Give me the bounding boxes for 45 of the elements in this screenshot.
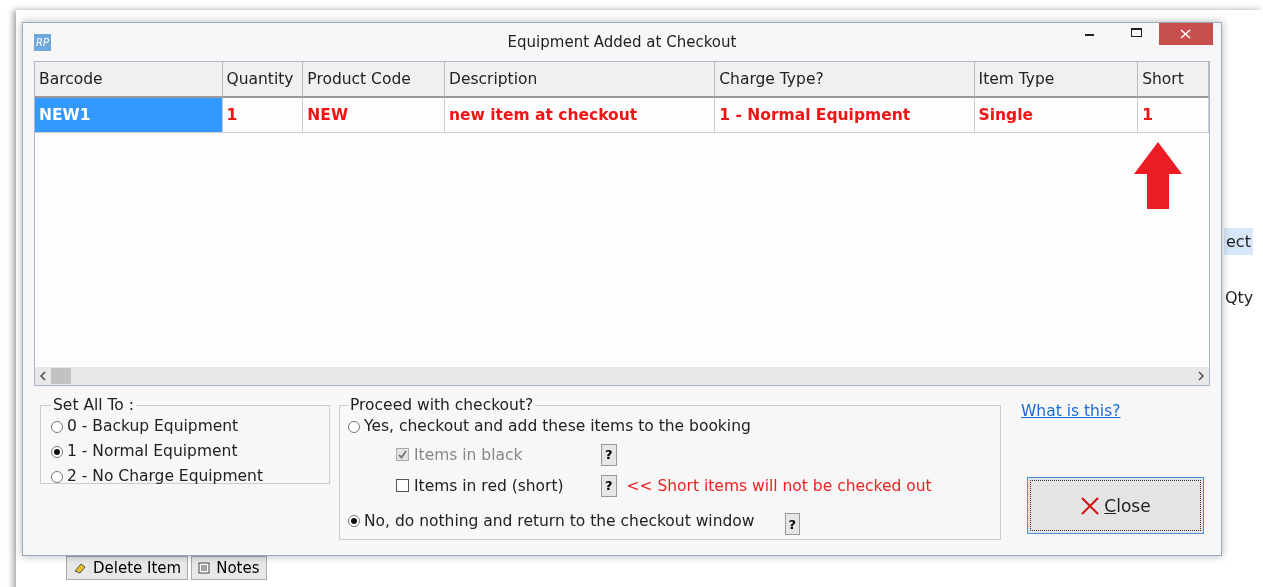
radio-button[interactable] — [348, 515, 360, 527]
app-icon: RP — [34, 33, 51, 51]
table-cell[interactable]: 1 — [1138, 98, 1209, 133]
scroll-thumb[interactable] — [51, 368, 71, 384]
eraser-icon — [73, 562, 87, 574]
column-header[interactable]: Quantity — [222, 62, 304, 98]
radio-button[interactable] — [51, 445, 63, 458]
radio-label[interactable]: 2 - No Charge Equipment — [67, 464, 263, 489]
notes-icon — [198, 562, 211, 574]
tab-fragment: ect — [1224, 228, 1253, 255]
table-cell[interactable]: Single — [974, 98, 1139, 133]
checkmark-icon — [397, 449, 408, 460]
radio-label[interactable]: 0 - Backup Equipment — [67, 414, 239, 439]
group-title: Proceed with checkout? — [349, 396, 535, 414]
table-cell[interactable]: 1 — [222, 98, 304, 133]
column-fragment: Qty — [1225, 288, 1254, 307]
window-title: Equipment Added at Checkout — [507, 33, 737, 51]
arrow-icon — [1133, 142, 1183, 210]
table-cell[interactable]: NEW — [303, 98, 445, 133]
radio-button[interactable] — [51, 420, 63, 433]
radio-button[interactable] — [348, 420, 360, 433]
column-header[interactable]: Product Code — [303, 62, 445, 98]
help-link[interactable]: What is this? — [1021, 402, 1121, 420]
radio-label[interactable]: Yes, checkout and add these items to the booking — [364, 414, 751, 439]
table-cell[interactable]: 1 - Normal Equipment — [715, 98, 975, 133]
group-title: Set All To : — [52, 396, 135, 414]
toolbar-button[interactable]: Notes — [191, 556, 267, 580]
column-header[interactable]: Charge Type? — [715, 62, 975, 98]
checkbox[interactable] — [396, 479, 409, 492]
horizontal-scrollbar[interactable] — [35, 367, 1209, 385]
close-button[interactable]: Close — [1027, 477, 1204, 534]
column-header[interactable]: Short — [1138, 62, 1209, 98]
help-button[interactable]: ? — [784, 513, 801, 535]
column-header[interactable]: Item Type — [974, 62, 1139, 98]
radio-button[interactable] — [51, 470, 63, 483]
radio-label[interactable]: 1 - Normal Equipment — [67, 439, 238, 464]
toolbar-button[interactable]: Delete Item — [66, 556, 189, 580]
checkbox-label[interactable]: Items in red (short) — [414, 476, 564, 495]
warning-text: << Short items will not be checked out — [626, 476, 932, 495]
table-cell[interactable]: new item at checkout — [444, 98, 716, 133]
radio-label[interactable]: No, do nothing and return to the checkout window — [364, 508, 755, 534]
close-icon — [1080, 495, 1101, 516]
column-header[interactable]: Description — [444, 62, 716, 98]
column-header[interactable]: Barcode — [35, 62, 223, 98]
help-button[interactable]: ? — [601, 474, 617, 497]
